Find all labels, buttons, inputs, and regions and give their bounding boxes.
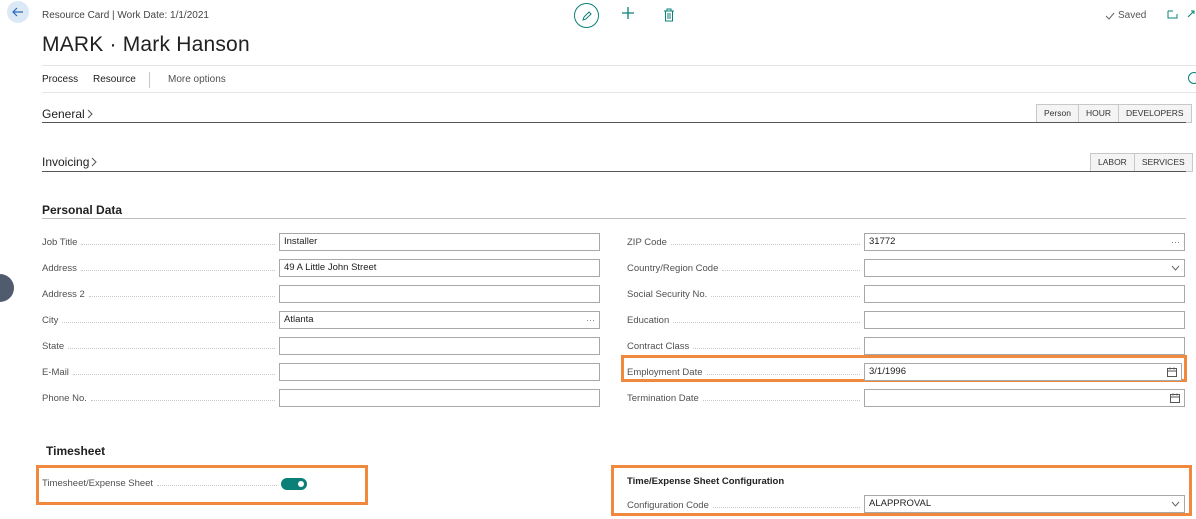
field-label-employment-date: Employment Date bbox=[627, 367, 860, 378]
chevron-right-icon bbox=[87, 109, 93, 119]
field-label-phone: Phone No. bbox=[42, 393, 275, 404]
education-input[interactable] bbox=[864, 311, 1185, 329]
field-label-termination-date: Termination Date bbox=[627, 393, 860, 404]
info-icon[interactable] bbox=[1188, 72, 1196, 84]
chip-services: SERVICES bbox=[1133, 154, 1192, 171]
address-2-input[interactable] bbox=[279, 285, 600, 303]
section-general-header[interactable]: General bbox=[42, 107, 94, 121]
window-controls bbox=[1167, 9, 1196, 19]
field-label-zip: ZIP Code bbox=[627, 237, 860, 248]
chevron-down-icon bbox=[1171, 501, 1180, 507]
saved-status: Saved bbox=[1105, 10, 1146, 21]
section-invoicing-underline bbox=[42, 171, 1186, 172]
chip-hour: HOUR bbox=[1077, 105, 1118, 122]
toggle-knob bbox=[298, 481, 304, 487]
delete-button[interactable] bbox=[663, 8, 677, 22]
back-button[interactable] bbox=[7, 1, 29, 23]
email-input[interactable] bbox=[279, 363, 600, 381]
field-label-address-2: Address 2 bbox=[42, 289, 275, 300]
zip-code-input[interactable]: 31772 ··· bbox=[864, 233, 1185, 251]
field-label-education: Education bbox=[627, 315, 860, 326]
action-separator bbox=[149, 72, 150, 88]
section-invoicing-title: Invoicing bbox=[42, 155, 90, 169]
checkmark-icon bbox=[1105, 12, 1115, 20]
field-label-city: City bbox=[42, 315, 275, 326]
trash-icon bbox=[664, 8, 674, 22]
actionbar-divider-bottom bbox=[42, 92, 1196, 93]
action-process[interactable]: Process bbox=[42, 74, 78, 85]
popout-icon[interactable] bbox=[1167, 9, 1178, 19]
expand-icon[interactable] bbox=[1186, 9, 1196, 19]
lookup-ellipsis-icon[interactable]: ··· bbox=[586, 312, 595, 328]
configuration-code-select[interactable]: ALAPPROVAL bbox=[864, 495, 1185, 513]
section-personal-data-underline bbox=[42, 218, 1186, 219]
ssn-input[interactable] bbox=[864, 285, 1185, 303]
employment-date-input[interactable]: 3/1/1996 bbox=[864, 363, 1182, 381]
chevron-down-icon bbox=[1171, 265, 1180, 271]
chip-developers: DEVELOPERS bbox=[1117, 105, 1191, 122]
field-label-contract-class: Contract Class bbox=[627, 341, 860, 352]
arrow-left-icon bbox=[12, 7, 23, 17]
actionbar-divider-top bbox=[42, 65, 1196, 66]
field-label-country: Country/Region Code bbox=[627, 263, 860, 274]
address-input[interactable]: 49 A Little John Street bbox=[279, 259, 600, 277]
field-label-address: Address bbox=[42, 263, 275, 274]
state-input[interactable] bbox=[279, 337, 600, 355]
country-region-select[interactable] bbox=[864, 259, 1185, 277]
field-label-email: E-Mail bbox=[42, 367, 275, 378]
chip-labor: LABOR bbox=[1098, 157, 1127, 167]
section-general-title: General bbox=[42, 107, 85, 121]
plus-icon bbox=[622, 7, 634, 19]
field-label-ssn: Social Security No. bbox=[627, 289, 860, 300]
calendar-icon[interactable] bbox=[1167, 367, 1177, 377]
general-summary-chips: Person HOUR DEVELOPERS bbox=[1036, 104, 1192, 123]
job-title-input[interactable]: Installer bbox=[279, 233, 600, 251]
saved-label: Saved bbox=[1118, 10, 1147, 21]
page-title: MARK · Mark Hanson bbox=[42, 33, 250, 56]
pencil-icon bbox=[581, 10, 592, 21]
field-label-configuration-code: Configuration Code bbox=[627, 500, 860, 511]
edit-button[interactable] bbox=[574, 3, 599, 28]
field-label-timesheet-expense: Timesheet/Expense Sheet bbox=[42, 478, 277, 489]
breadcrumb: Resource Card | Work Date: 1/1/2021 bbox=[42, 10, 209, 21]
field-label-state: State bbox=[42, 341, 275, 352]
chevron-right-icon bbox=[92, 157, 98, 167]
city-input[interactable]: Atlanta ··· bbox=[279, 311, 600, 329]
contract-class-input[interactable] bbox=[864, 337, 1185, 355]
invoicing-summary-chips: LABOR SERVICES bbox=[1090, 153, 1193, 172]
action-more-options[interactable]: More options bbox=[168, 74, 226, 85]
timesheet-expense-toggle[interactable] bbox=[281, 478, 307, 490]
termination-date-input[interactable] bbox=[864, 389, 1185, 407]
field-label-job-title: Job Title bbox=[42, 237, 275, 248]
chip-person: Person bbox=[1044, 108, 1071, 118]
new-button[interactable] bbox=[620, 5, 636, 25]
section-timesheet-title: Timesheet bbox=[46, 444, 106, 458]
section-personal-data-title: Personal Data bbox=[42, 203, 123, 217]
section-general-underline bbox=[42, 122, 1186, 123]
lookup-ellipsis-icon[interactable]: ··· bbox=[1171, 234, 1180, 250]
calendar-icon[interactable] bbox=[1170, 393, 1180, 403]
side-panel-handle[interactable] bbox=[0, 274, 14, 302]
section-invoicing-header[interactable]: Invoicing bbox=[42, 155, 98, 169]
phone-input[interactable] bbox=[279, 389, 600, 407]
action-resource[interactable]: Resource bbox=[93, 74, 136, 85]
config-section-title: Time/Expense Sheet Configuration bbox=[627, 476, 785, 487]
